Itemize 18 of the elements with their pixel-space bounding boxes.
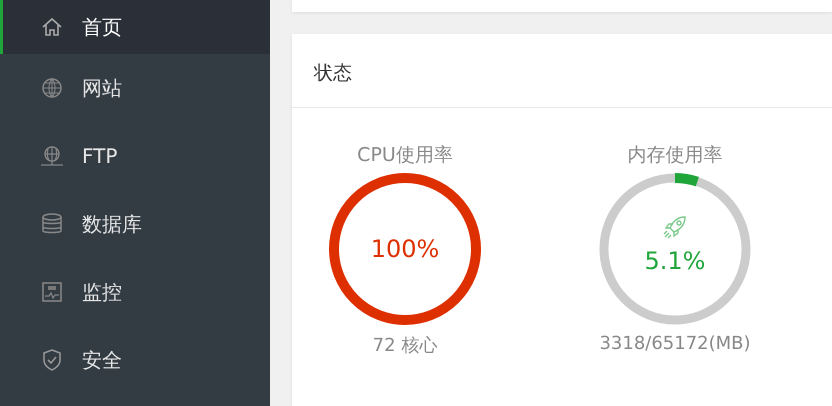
sidebar-item[interactable]: 首页 bbox=[0, 0, 270, 54]
chart-icon bbox=[40, 280, 64, 304]
sidebar-item[interactable]: 监控 bbox=[0, 258, 270, 326]
gauge-title: CPU使用率 bbox=[357, 143, 453, 168]
gauge-detail: 72 核心 bbox=[372, 334, 438, 357]
sidebar-item[interactable]: 数据库 bbox=[0, 190, 270, 258]
gauge-value: 100% bbox=[370, 235, 440, 263]
gauge-value: 5.1% bbox=[644, 247, 706, 275]
gauge-title: 内存使用率 bbox=[628, 143, 722, 168]
sidebar-item[interactable]: 安全 bbox=[0, 326, 270, 394]
gauge-detail: 3318/65172(MB) bbox=[599, 333, 751, 354]
network-globe-icon bbox=[40, 144, 64, 168]
sidebar-item[interactable]: FTP bbox=[0, 122, 270, 190]
home-icon bbox=[40, 15, 64, 39]
globe-icon bbox=[40, 76, 64, 100]
sidebar-item[interactable]: 网站 bbox=[0, 54, 270, 122]
card-title: 状态 bbox=[314, 60, 352, 86]
database-icon bbox=[40, 212, 64, 236]
